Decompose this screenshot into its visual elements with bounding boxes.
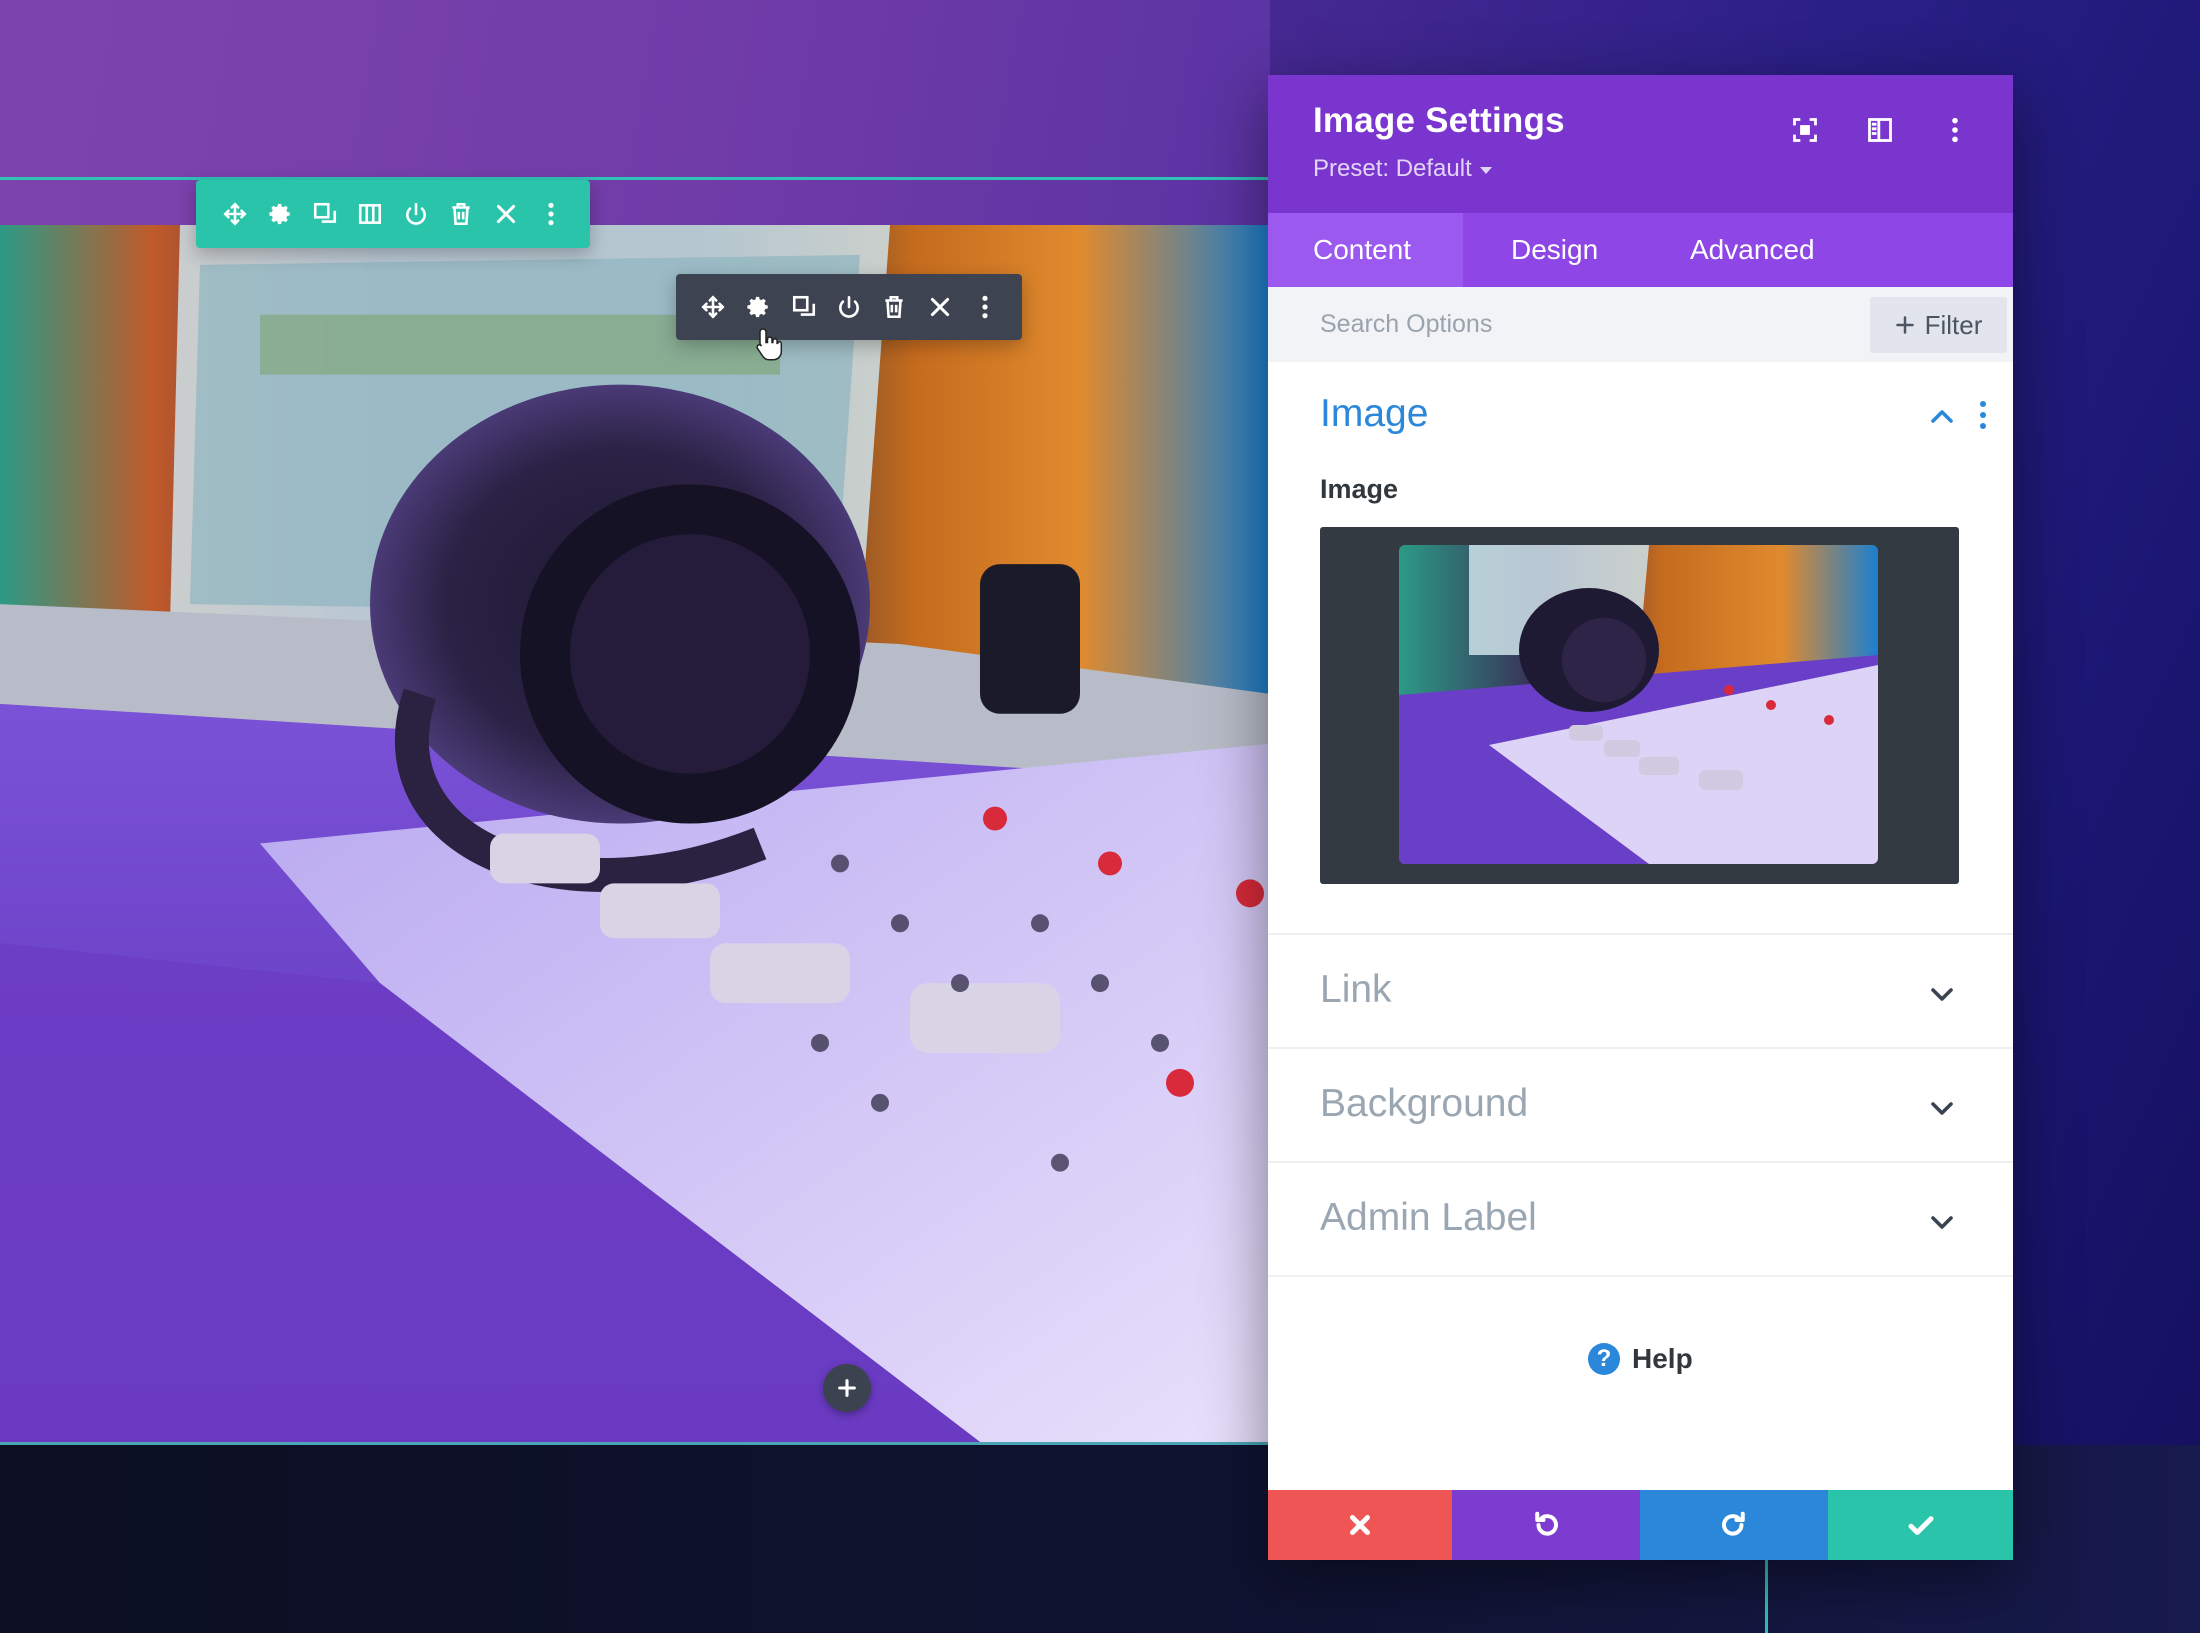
more-options-button[interactable] bbox=[529, 180, 574, 248]
columns-icon bbox=[359, 204, 382, 224]
toggle-visibility-button[interactable] bbox=[393, 180, 438, 248]
page-top-band bbox=[0, 0, 1270, 225]
gear-icon bbox=[747, 296, 768, 318]
power-icon bbox=[839, 295, 859, 318]
chevron-down-icon bbox=[1931, 1216, 1953, 1229]
search-options-input[interactable] bbox=[1320, 287, 1840, 362]
redo-icon bbox=[1722, 1511, 1745, 1536]
question-mark-icon: ? bbox=[1588, 1343, 1620, 1375]
gear-icon bbox=[269, 203, 290, 225]
image-thumbnail bbox=[1399, 545, 1878, 864]
add-module-button[interactable] bbox=[823, 1364, 871, 1412]
save-changes-button[interactable] bbox=[1828, 1490, 2013, 1560]
hand-pointer-cursor-icon bbox=[756, 328, 783, 361]
kebab-menu-icon[interactable] bbox=[1976, 400, 1990, 430]
redo-button[interactable] bbox=[1640, 1490, 1828, 1560]
tab-advanced[interactable]: Advanced bbox=[1648, 213, 1815, 287]
plus-icon bbox=[838, 1379, 856, 1397]
move-button[interactable] bbox=[212, 180, 257, 248]
move-icon bbox=[223, 202, 247, 226]
preset-selector[interactable]: Preset: Default bbox=[1313, 155, 1492, 183]
image-field-label: Image bbox=[1320, 474, 1399, 504]
image-section: Image Image bbox=[1268, 362, 2013, 935]
undo-button[interactable] bbox=[1452, 1490, 1640, 1560]
image-module-canvas[interactable] bbox=[0, 225, 1270, 1445]
image-section-toggle[interactable]: Image bbox=[1320, 392, 1428, 436]
close-icon bbox=[1350, 1515, 1370, 1535]
delete-button[interactable] bbox=[872, 274, 917, 340]
panel-menu-button[interactable] bbox=[1932, 107, 1977, 152]
exit-button[interactable] bbox=[917, 274, 962, 340]
link-section-title: Link bbox=[1320, 968, 1392, 1011]
panel-tabs: Content Design Advanced bbox=[1268, 213, 2013, 287]
power-icon bbox=[405, 202, 426, 225]
expand-panel-button[interactable] bbox=[1782, 107, 1827, 152]
panel-title: Image Settings bbox=[1313, 101, 1565, 140]
help-link[interactable]: ? Help bbox=[1588, 1343, 1693, 1375]
tab-content[interactable]: Content bbox=[1268, 213, 1463, 287]
image-upload-field[interactable] bbox=[1320, 527, 1959, 884]
admin-label-section-title: Admin Label bbox=[1320, 1196, 1537, 1239]
preset-label: Preset: Default bbox=[1313, 155, 1472, 182]
filter-label: Filter bbox=[1924, 309, 1983, 340]
plus-icon bbox=[1895, 316, 1914, 334]
columns-button[interactable] bbox=[348, 180, 393, 248]
delete-button[interactable] bbox=[438, 180, 483, 248]
check-icon bbox=[1908, 1516, 1933, 1535]
kebab-menu-icon bbox=[982, 295, 988, 319]
row-toolbar bbox=[196, 180, 590, 248]
help-label: Help bbox=[1632, 1343, 1693, 1374]
more-options-button[interactable] bbox=[963, 274, 1008, 340]
settings-button[interactable] bbox=[257, 180, 302, 248]
exit-button[interactable] bbox=[484, 180, 529, 248]
panel-header: Image Settings Preset: Default bbox=[1268, 75, 2013, 213]
chevron-down-icon bbox=[1931, 1102, 1953, 1115]
close-icon bbox=[930, 297, 949, 317]
snap-panel-button[interactable] bbox=[1857, 107, 1902, 152]
studio-mixer-photo bbox=[0, 225, 1270, 1442]
panel-footer bbox=[1268, 1490, 2013, 1560]
panel-connector-line bbox=[1765, 1560, 1768, 1633]
background-section-title: Background bbox=[1320, 1082, 1529, 1125]
duplicate-button[interactable] bbox=[781, 274, 826, 340]
duplicate-icon bbox=[792, 295, 815, 316]
section-outline bbox=[0, 177, 1270, 180]
module-toolbar bbox=[676, 274, 1022, 340]
filter-button[interactable]: Filter bbox=[1870, 297, 2007, 353]
tab-design[interactable]: Design bbox=[1463, 213, 1648, 287]
move-button[interactable] bbox=[690, 274, 735, 340]
close-icon bbox=[497, 204, 516, 224]
image-settings-panel: Image Settings Preset: Default Content D… bbox=[1268, 75, 2013, 1560]
caret-down-icon bbox=[1479, 166, 1492, 174]
undo-icon bbox=[1535, 1511, 1558, 1536]
chevron-up-icon[interactable] bbox=[1928, 406, 1956, 426]
toggle-visibility-button[interactable] bbox=[826, 274, 871, 340]
kebab-menu-icon bbox=[1951, 117, 1958, 142]
kebab-menu-icon bbox=[548, 202, 554, 226]
link-section[interactable]: Link bbox=[1268, 935, 2013, 1049]
move-icon bbox=[701, 295, 725, 319]
split-view-icon bbox=[1867, 117, 1892, 142]
chevron-down-icon bbox=[1931, 988, 1953, 1001]
focus-mode-icon bbox=[1792, 117, 1817, 142]
duplicate-button[interactable] bbox=[303, 180, 348, 248]
discard-changes-button[interactable] bbox=[1268, 1490, 1452, 1560]
admin-label-section[interactable]: Admin Label bbox=[1268, 1163, 2013, 1277]
background-section[interactable]: Background bbox=[1268, 1049, 2013, 1163]
duplicate-icon bbox=[314, 202, 337, 223]
trash-icon bbox=[885, 295, 904, 319]
search-options-bar: Filter bbox=[1268, 287, 2013, 362]
panel-header-actions bbox=[1782, 107, 1977, 152]
trash-icon bbox=[452, 202, 470, 226]
